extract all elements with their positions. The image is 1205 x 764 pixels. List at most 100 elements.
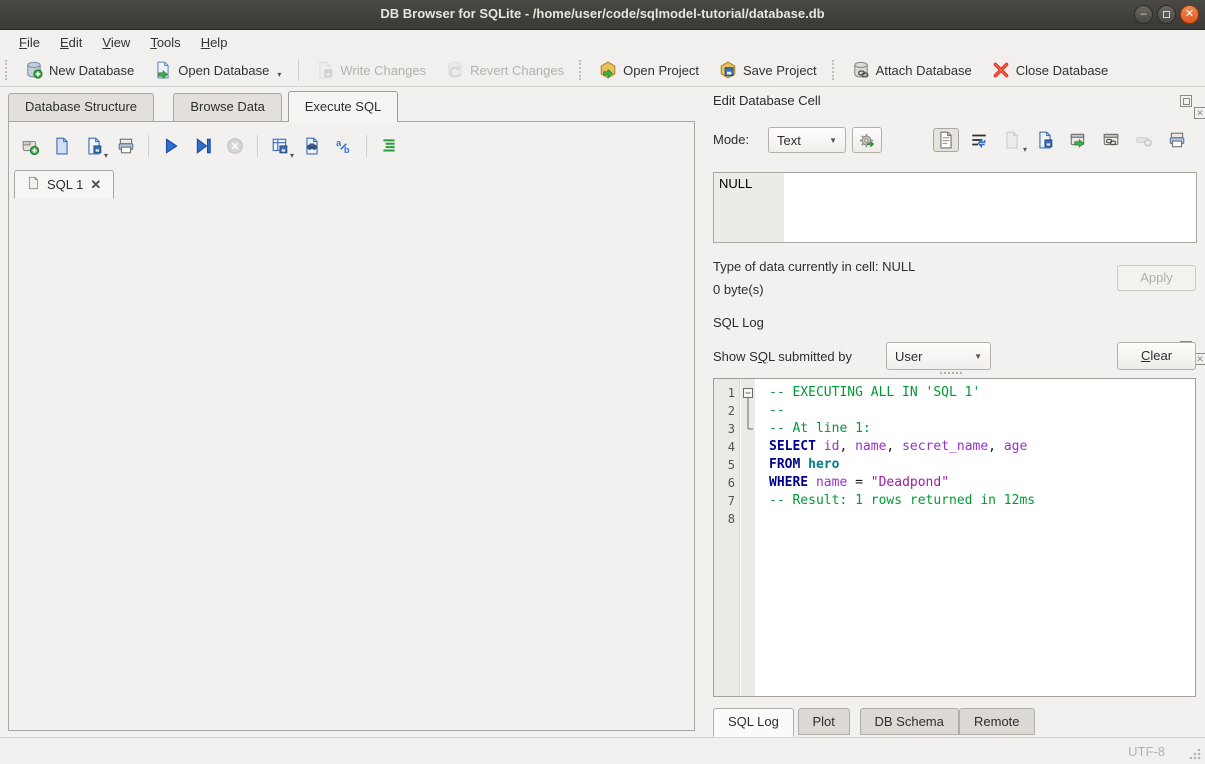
fold-margin bbox=[741, 438, 757, 456]
close-database-icon bbox=[992, 61, 1010, 79]
svg-text:a: a bbox=[336, 138, 342, 148]
clear-button[interactable]: Clear bbox=[1117, 342, 1196, 370]
sql-document-tab[interactable]: SQL 1 ✕ bbox=[14, 170, 114, 199]
print-icon[interactable] bbox=[113, 133, 139, 159]
revert-changes-button[interactable]: Revert Changes bbox=[436, 57, 574, 83]
sql-tab-label: SQL 1 bbox=[47, 177, 83, 192]
execute-line-icon bbox=[194, 137, 212, 155]
encoding-indicator: UTF-8 bbox=[1128, 744, 1165, 759]
new-sql-tab-icon bbox=[21, 137, 39, 155]
sql-file-icon bbox=[27, 176, 40, 193]
close-icon[interactable]: ✕ bbox=[1180, 5, 1199, 24]
menu-help[interactable]: Help bbox=[192, 33, 237, 52]
menu-tools[interactable]: Tools bbox=[141, 33, 189, 52]
save-project-button[interactable]: Save Project bbox=[709, 57, 827, 83]
auto-switch-mode-button[interactable] bbox=[852, 127, 882, 153]
code-line: 4SELECT id, name, secret_name, age bbox=[714, 438, 1195, 456]
toolbar-button-label: Revert Changes bbox=[470, 63, 564, 78]
open-external-icon[interactable] bbox=[1065, 128, 1091, 152]
dropdown-caret-icon[interactable]: ▾ bbox=[277, 70, 281, 79]
new-sql-tab-icon[interactable] bbox=[17, 133, 43, 159]
menu-view[interactable]: View bbox=[93, 33, 139, 52]
write-changes-button[interactable]: Write Changes bbox=[306, 57, 436, 83]
set-null-icon[interactable] bbox=[1131, 128, 1157, 152]
export-data-icon[interactable] bbox=[1032, 128, 1058, 152]
open-sql-file-icon[interactable] bbox=[49, 133, 75, 159]
cell-panel-close-icon[interactable]: ✕ bbox=[1194, 107, 1205, 119]
dropdown-caret-icon[interactable]: ▾ bbox=[104, 151, 108, 160]
copy-link-icon[interactable] bbox=[1098, 128, 1124, 152]
tab-execute-sql[interactable]: Execute SQL bbox=[288, 91, 399, 122]
menu-file[interactable]: File bbox=[10, 33, 49, 52]
dock-tab-sql-log[interactable]: SQL Log bbox=[713, 708, 794, 737]
import-data-icon[interactable]: ▾ bbox=[999, 128, 1025, 152]
tab-browse-data[interactable]: Browse Data bbox=[173, 93, 281, 122]
sql-toolbar: ▾ ▾ ab bbox=[14, 131, 405, 161]
attach-database-icon bbox=[852, 61, 870, 79]
dropdown-caret-icon[interactable]: ▾ bbox=[1023, 145, 1027, 154]
close-sql-tab-icon[interactable]: ✕ bbox=[90, 177, 101, 193]
line-number: 4 bbox=[714, 438, 741, 456]
revert-changes-icon bbox=[446, 61, 464, 79]
cell-panel-float-icon[interactable] bbox=[1180, 95, 1192, 107]
toolbar-button-label: Open Database bbox=[178, 63, 269, 78]
dock-tab-remote[interactable]: Remote bbox=[959, 708, 1035, 735]
menubar: FileEditViewToolsHelp bbox=[0, 30, 1205, 54]
dock-tab-plot[interactable]: Plot bbox=[798, 708, 850, 735]
save-sql-file-icon[interactable]: ▾ bbox=[81, 133, 107, 159]
word-wrap-icon[interactable] bbox=[966, 128, 992, 152]
toolbar-grip[interactable] bbox=[579, 60, 584, 80]
apply-button[interactable]: Apply bbox=[1117, 265, 1196, 291]
format-sql-icon[interactable] bbox=[376, 133, 402, 159]
minimize-icon[interactable]: – bbox=[1134, 5, 1153, 24]
toolbar-grip[interactable] bbox=[832, 60, 837, 80]
export-results-icon[interactable]: ▾ bbox=[267, 133, 293, 159]
find-replace-icon[interactable]: ab bbox=[331, 133, 357, 159]
dock-tab-db-schema[interactable]: DB Schema bbox=[860, 708, 959, 735]
line-number: 5 bbox=[714, 456, 741, 474]
text-document-icon[interactable] bbox=[933, 128, 959, 152]
menu-edit[interactable]: Edit bbox=[51, 33, 91, 52]
cell-type-info: Type of data currently in cell: NULL bbox=[713, 259, 915, 274]
log-filter-label: Show SQL submitted by bbox=[713, 349, 852, 364]
resize-grip[interactable] bbox=[1189, 748, 1201, 760]
print-icon bbox=[117, 137, 135, 155]
close-database-button[interactable]: Close Database bbox=[982, 57, 1119, 83]
open-database-button[interactable]: Open Database ▾ bbox=[144, 57, 291, 83]
attach-database-button[interactable]: Attach Database bbox=[842, 57, 982, 83]
line-number: 8 bbox=[714, 510, 741, 528]
maximize-icon[interactable] bbox=[1157, 5, 1176, 24]
code-line: 7-- Result: 1 rows returned in 12ms bbox=[714, 492, 1195, 510]
tab-database-structure[interactable]: Database Structure bbox=[8, 93, 154, 122]
log-dock-splitter[interactable] bbox=[940, 372, 962, 376]
toolbar-grip[interactable] bbox=[5, 60, 10, 80]
execute-line-icon[interactable] bbox=[190, 133, 216, 159]
write-changes-icon bbox=[316, 61, 334, 79]
print-icon[interactable] bbox=[1164, 128, 1190, 152]
cell-editor[interactable]: NULL bbox=[713, 172, 1197, 243]
titlebar[interactable]: DB Browser for SQLite - /home/user/code/… bbox=[0, 0, 1205, 30]
sql-log-view[interactable]: 1-- EXECUTING ALL IN 'SQL 1'2--3-- At li… bbox=[713, 378, 1196, 697]
set-null-icon bbox=[1135, 131, 1153, 149]
toolbar-separator bbox=[298, 59, 299, 81]
log-filter-select[interactable]: User▼ bbox=[886, 342, 991, 370]
new-database-button[interactable]: New Database bbox=[15, 57, 144, 83]
cell-edit-toolbar: ▾ bbox=[933, 128, 1190, 152]
code-text: -- bbox=[757, 402, 1195, 420]
export-results-icon bbox=[271, 137, 289, 155]
open-project-icon bbox=[599, 61, 617, 79]
execute-all-icon[interactable] bbox=[158, 133, 184, 159]
import-data-icon bbox=[1003, 131, 1021, 149]
toolbar-separator bbox=[257, 135, 258, 157]
toolbar-separator bbox=[148, 135, 149, 157]
open-project-button[interactable]: Open Project bbox=[589, 57, 709, 83]
mode-select[interactable]: Text▼ bbox=[768, 127, 846, 153]
code-line: 3-- At line 1: bbox=[714, 420, 1195, 438]
main-toolbar: New Database Open Database ▾ Write Changes R… bbox=[0, 54, 1205, 87]
stop-icon[interactable] bbox=[222, 133, 248, 159]
fold-margin bbox=[741, 402, 757, 420]
dropdown-caret-icon[interactable]: ▾ bbox=[290, 151, 294, 160]
code-text: FROM hero bbox=[757, 456, 1195, 474]
fold-margin bbox=[741, 510, 757, 528]
find-icon[interactable] bbox=[299, 133, 325, 159]
